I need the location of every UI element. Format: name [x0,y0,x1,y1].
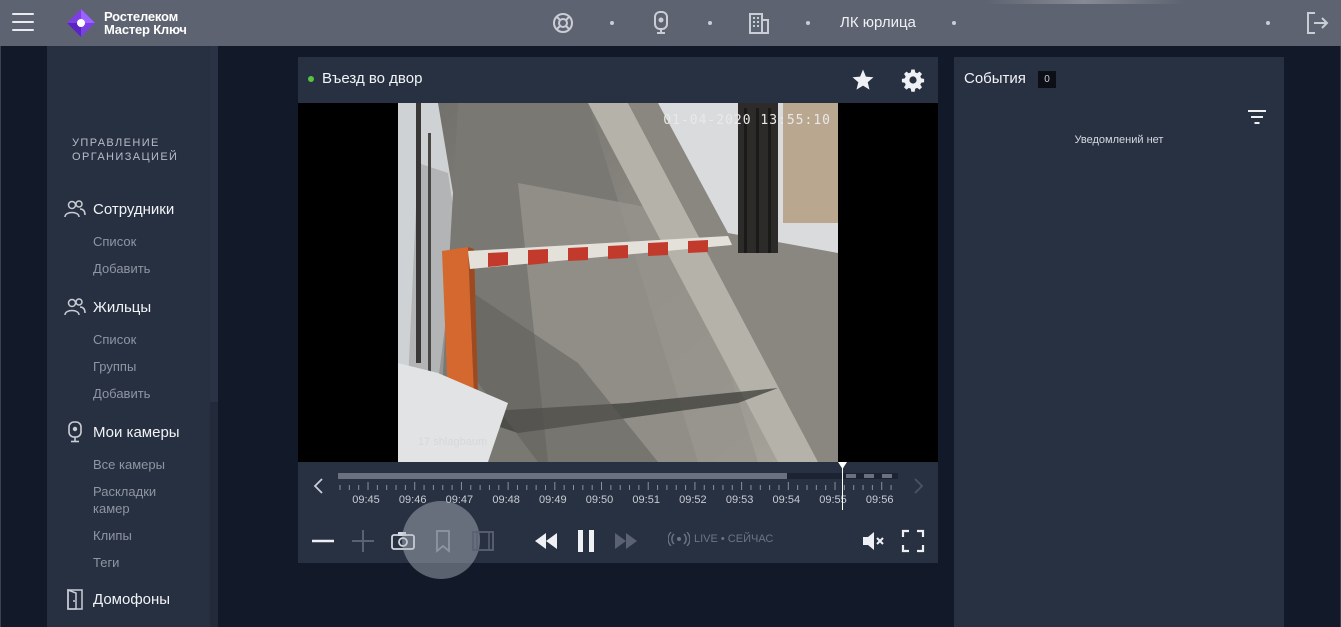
timeline-next-icon[interactable] [911,477,925,495]
camera-status-indicator [308,76,314,82]
sidebar-subitem-clips[interactable]: Клипы [93,527,132,544]
sidebar-item-residents[interactable]: Жильцы [64,296,151,318]
nav-separator-dot [610,21,614,25]
camera-scene-image [398,103,838,462]
sidebar-item-label: Мои камеры [93,423,180,441]
timeline-time-label: 09:54 [772,494,801,506]
sidebar-scrollbar-thumb[interactable] [210,46,218,402]
timeline-time-label: 09:56 [865,494,894,506]
bookmark-icon[interactable] [430,528,456,554]
pause-icon[interactable] [573,528,599,554]
left-border [0,46,1,627]
filter-icon[interactable] [1247,109,1267,125]
support-icon[interactable] [551,11,575,35]
mute-icon[interactable] [860,528,886,554]
live-broadcast-icon [668,532,690,546]
sidebar-subitem-camera-layouts[interactable]: Раскладки камер [93,483,183,517]
zoom-in-icon[interactable] [350,528,376,554]
brand-name-line2: Мастер Ключ [104,22,187,37]
camera-overlay-label: 17 shlagbaum [418,436,488,448]
fast-forward-icon[interactable] [613,528,639,554]
door-icon [67,588,83,610]
rewind-icon[interactable] [533,528,559,554]
sidebar-subitem-employees-add[interactable]: Добавить [93,260,150,277]
timeline-segment [864,474,874,478]
timeline-time-label: 09:48 [492,494,520,506]
camera-video-frame[interactable]: 01-04-2020 13:55:10 17 shlagbaum [398,103,838,462]
favorite-star-icon[interactable] [851,68,875,92]
sidebar-subitem-tags[interactable]: Теги [93,554,119,571]
sidebar-item-intercoms[interactable]: Домофоны [64,588,170,610]
nav-separator-dot [708,21,712,25]
sidebar-subitem-residents-add[interactable]: Добавить [93,385,150,402]
events-empty-message: Уведомлений нет [1074,134,1164,146]
sidebar-section-title: УПРАВЛЕНИЕ ОРГАНИЗАЦИЕЙ [72,137,179,163]
camera-icon [68,421,82,443]
menu-icon[interactable] [12,13,34,31]
brand-logo[interactable]: Ростелеком Мастер Ключ [66,5,187,41]
timeline-time-label: 09:45 [352,494,380,506]
playhead-marker-icon [838,462,847,469]
sidebar-subitem-employees-list[interactable]: Список [93,233,136,250]
live-now-button[interactable]: LIVE • СЕЙЧАС [668,532,773,546]
clip-film-icon[interactable] [470,528,496,554]
people-icon [64,200,86,218]
timeline-playhead[interactable] [842,464,843,510]
building-icon[interactable] [747,11,771,35]
settings-gear-icon[interactable] [901,68,925,92]
timeline-time-label: 09:52 [679,494,707,506]
timeline-time-label: 09:50 [585,494,614,506]
timeline-prev-icon[interactable] [312,477,326,495]
nav-separator-dot [952,21,956,25]
timeline-time-label: 09:51 [632,494,660,506]
rostelecom-logo-icon [67,9,95,37]
sidebar-item-label: Жильцы [93,298,152,316]
live-label-text: LIVE • СЕЙЧАС [694,533,774,545]
sidebar-scrollbar-track[interactable] [210,402,218,627]
timeline-time-label: 09:55 [819,494,847,506]
logout-icon[interactable] [1304,10,1330,36]
intercom-camera-icon[interactable] [649,11,673,35]
sidebar-item-label: Сотрудники [93,200,175,218]
timeline-recorded-range [338,473,787,479]
people-icon [64,298,86,316]
nav-separator-dot [1266,21,1270,25]
timeline-ticks [339,482,892,490]
sidebar-subitem-residents-groups[interactable]: Группы [93,358,136,375]
topbar-highlight [985,0,1185,4]
fullscreen-icon[interactable] [900,528,926,554]
camera-title: Въезд во двор [322,70,423,87]
video-timestamp: 01-04-2020 13:55:10 [663,113,831,128]
top-bar: Ростелеком Мастер Ключ ЛК юрлица [0,0,1341,46]
timeline-time-label: 09:49 [539,494,567,506]
events-count-badge: 0 [1038,71,1056,88]
company-selector[interactable]: ЛК юрлица [840,14,916,31]
sidebar-item-my-cameras[interactable]: Мои камеры [64,421,180,443]
sidebar-item-employees[interactable]: Сотрудники [64,198,174,220]
sidebar-subitem-all-cameras[interactable]: Все камеры [93,456,165,473]
nav-separator-dot [806,21,810,25]
sidebar-item-label: Домофоны [93,590,171,608]
timeline-time-label: 09:53 [725,494,754,506]
events-title: События [964,70,1026,87]
timeline-segment [882,474,892,478]
sidebar-subitem-residents-list[interactable]: Список [93,331,136,348]
zoom-out-icon[interactable] [310,528,336,554]
timeline-segment [846,474,856,478]
